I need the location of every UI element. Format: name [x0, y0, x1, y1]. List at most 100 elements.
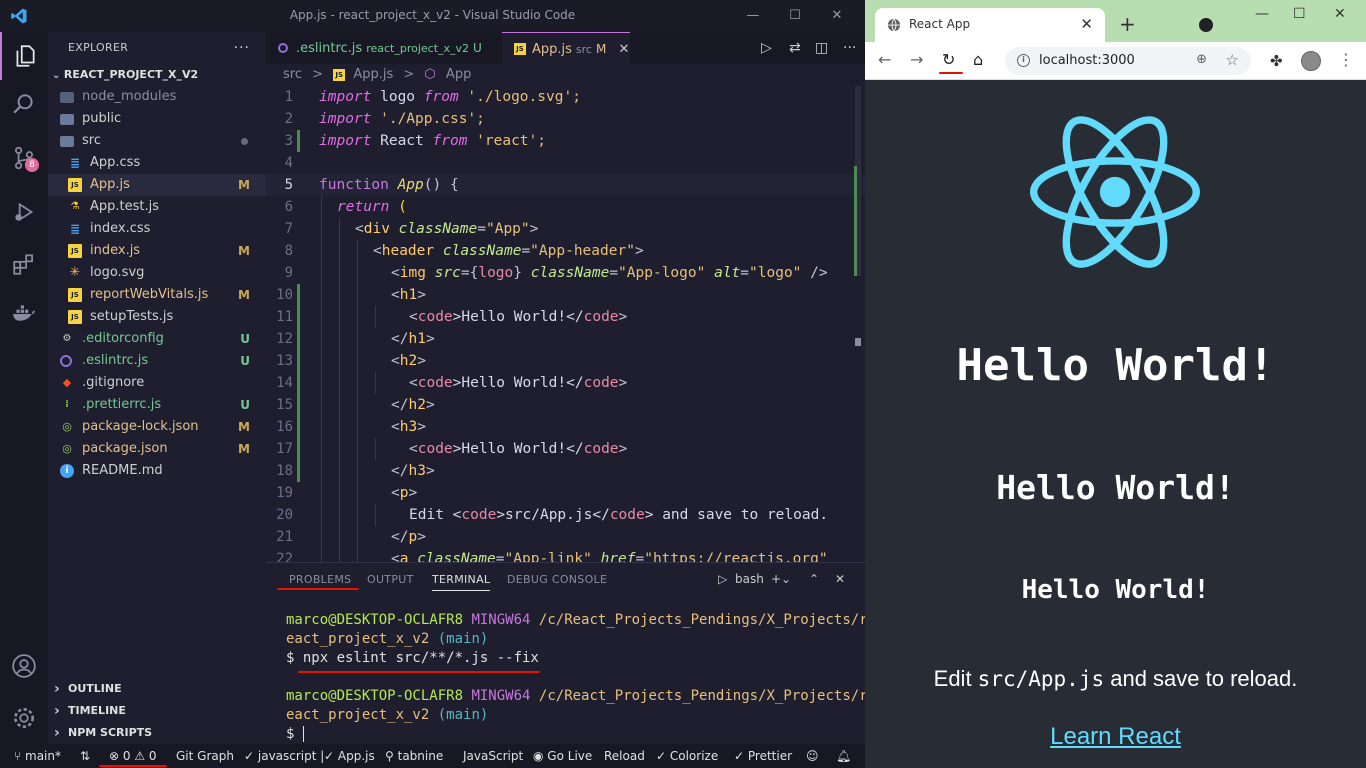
minimize-button[interactable]: —: [743, 6, 763, 26]
learn-react-link[interactable]: Learn React: [865, 723, 1366, 751]
new-terminal-icon[interactable]: +⌄: [771, 572, 791, 586]
go-live-status[interactable]: ◉ Go Live: [533, 744, 592, 768]
file-item[interactable]: node_modules: [48, 86, 266, 108]
more-actions-icon[interactable]: ···: [234, 32, 250, 64]
sync-icon[interactable]: ⇅: [80, 744, 90, 768]
file-name: node_modules: [82, 89, 177, 104]
tab-problems[interactable]: PROBLEMS: [289, 573, 351, 586]
editor-scrollbar[interactable]: [851, 86, 865, 562]
maximize-button[interactable]: ☐: [1293, 6, 1306, 22]
code-line: 6 return (: [266, 196, 865, 218]
browser-tab[interactable]: React App ✕: [875, 8, 1105, 42]
code-editor[interactable]: 1 import logo from './logo.svg'; 2 import …: [266, 86, 865, 562]
home-button[interactable]: ⌂: [973, 50, 983, 69]
new-tab-button[interactable]: +: [1119, 12, 1136, 36]
js-icon: JS: [68, 244, 82, 258]
explorer-title: EXPLORER: [68, 41, 129, 54]
feedback-icon[interactable]: ☺: [806, 744, 819, 768]
file-item[interactable]: JS App.js M: [48, 174, 266, 196]
file-item[interactable]: ⚙ .editorconfig U: [48, 328, 266, 350]
tab-output[interactable]: OUTPUT: [367, 573, 414, 586]
file-item[interactable]: ⚗ App.test.js: [48, 196, 266, 218]
code-token: code: [609, 507, 645, 523]
more-actions-icon[interactable]: ···: [843, 40, 856, 56]
file-item[interactable]: ◆ .gitignore: [48, 372, 266, 394]
git-graph-status[interactable]: Git Graph: [176, 744, 234, 768]
close-tab-icon[interactable]: ✕: [618, 42, 629, 57]
maximize-panel-icon[interactable]: ⌃: [809, 572, 819, 586]
language-check-status[interactable]: ✓ javascript |: [244, 744, 324, 768]
back-button[interactable]: ←: [878, 50, 891, 69]
code-token: > and save to reload.: [644, 507, 829, 523]
file-item[interactable]: .eslintrc.js U: [48, 350, 266, 372]
extensions-activity-button[interactable]: [0, 240, 48, 288]
page-h3: Hello World!: [1021, 575, 1210, 605]
tab-debug-console[interactable]: DEBUG CONSOLE: [507, 573, 607, 586]
file-item[interactable]: i README.md: [48, 460, 266, 482]
file-item[interactable]: src: [48, 130, 266, 152]
file-name: .eslintrc.js: [82, 353, 149, 368]
code-token: h3: [399, 419, 418, 435]
close-panel-icon[interactable]: ✕: [835, 572, 845, 586]
npm-scripts-section[interactable]: NPM SCRIPTS: [48, 722, 266, 744]
close-window-button[interactable]: ✕: [827, 6, 847, 26]
split-editor-icon[interactable]: ◫: [815, 40, 828, 56]
zoom-icon[interactable]: ⊕: [1196, 52, 1207, 67]
colorize-status[interactable]: ✓ Colorize: [656, 744, 718, 768]
file-item[interactable]: ✳ logo.svg: [48, 262, 266, 284]
file-item[interactable]: ⁞ .prettierrc.js U: [48, 394, 266, 416]
run-debug-activity-button[interactable]: [0, 188, 48, 236]
file-item[interactable]: ◎ package.json M: [48, 438, 266, 460]
prettier-status[interactable]: ✓ Prettier: [734, 744, 792, 768]
code-line: 20 Edit <code>src/App.js</code> and save …: [266, 504, 865, 526]
tab-app-js[interactable]: JS App.js src M ✕: [502, 32, 630, 64]
docker-activity-button[interactable]: [0, 290, 48, 338]
breadcrumb-item[interactable]: App.js: [353, 67, 393, 82]
bell-icon[interactable]: 🔔︎: [836, 744, 851, 768]
close-tab-icon[interactable]: ✕: [1080, 15, 1093, 33]
avatar[interactable]: [1301, 51, 1321, 71]
file-item[interactable]: ◎ package-lock.json M: [48, 416, 266, 438]
forward-button[interactable]: →: [910, 50, 923, 69]
branch-status[interactable]: ⑂ main*: [14, 744, 61, 768]
file-item[interactable]: ≣ index.css: [48, 218, 266, 240]
minimize-button[interactable]: —: [1255, 6, 1269, 22]
bookmark-star-icon[interactable]: ☆: [1226, 51, 1239, 69]
file-item[interactable]: JS setupTests.js: [48, 306, 266, 328]
terminal-shell-label[interactable]: bash: [735, 572, 764, 586]
open-changes-icon[interactable]: ⇄: [789, 40, 801, 56]
code-line: 16 <h3>: [266, 416, 865, 438]
outline-section[interactable]: OUTLINE: [48, 678, 266, 700]
tab-terminal[interactable]: TERMINAL: [432, 573, 491, 591]
file-item[interactable]: JS index.js M: [48, 240, 266, 262]
accounts-activity-button[interactable]: [0, 642, 48, 690]
close-window-button[interactable]: ✕: [1334, 6, 1346, 22]
maximize-button[interactable]: ☐: [785, 6, 805, 26]
reload-status[interactable]: Reload: [604, 744, 645, 768]
code-token: >: [618, 309, 628, 325]
extensions-icon[interactable]: ✤: [1270, 52, 1283, 70]
reload-button[interactable]: ↻: [942, 50, 955, 69]
manage-activity-button[interactable]: [0, 694, 48, 742]
terminal-output[interactable]: marco@DESKTOP-OCLAFR8 MINGW64 /c/React_P…: [286, 611, 868, 744]
language-mode-status[interactable]: JavaScript: [463, 744, 523, 768]
tab-eslintrc[interactable]: .eslintrc.js react_project_x_v2 U: [266, 32, 502, 64]
breadcrumb-item[interactable]: src: [283, 67, 302, 82]
tab-search-button[interactable]: [1199, 18, 1213, 32]
file-item[interactable]: JS reportWebVitals.js M: [48, 284, 266, 306]
project-folder[interactable]: ⌄ REACT_PROJECT_X_V2: [48, 64, 266, 86]
tabnine-status[interactable]: ⚲ tabnine: [385, 744, 443, 768]
search-activity-button[interactable]: [0, 80, 48, 128]
source-control-activity-button[interactable]: 8: [0, 134, 48, 182]
file-item[interactable]: public: [48, 108, 266, 130]
site-info-icon[interactable]: i: [1017, 54, 1030, 67]
explorer-activity-button[interactable]: [0, 32, 48, 80]
timeline-section[interactable]: TIMELINE: [48, 700, 266, 722]
breadcrumb-item[interactable]: App: [446, 67, 471, 82]
file-check-status[interactable]: ✓ App.js: [324, 744, 375, 768]
address-bar[interactable]: i localhost:3000 ⊕ ☆: [1005, 47, 1251, 75]
run-icon[interactable]: ▷: [761, 40, 772, 56]
file-item[interactable]: ≣ App.css: [48, 152, 266, 174]
menu-icon[interactable]: ⋮: [1338, 50, 1354, 69]
